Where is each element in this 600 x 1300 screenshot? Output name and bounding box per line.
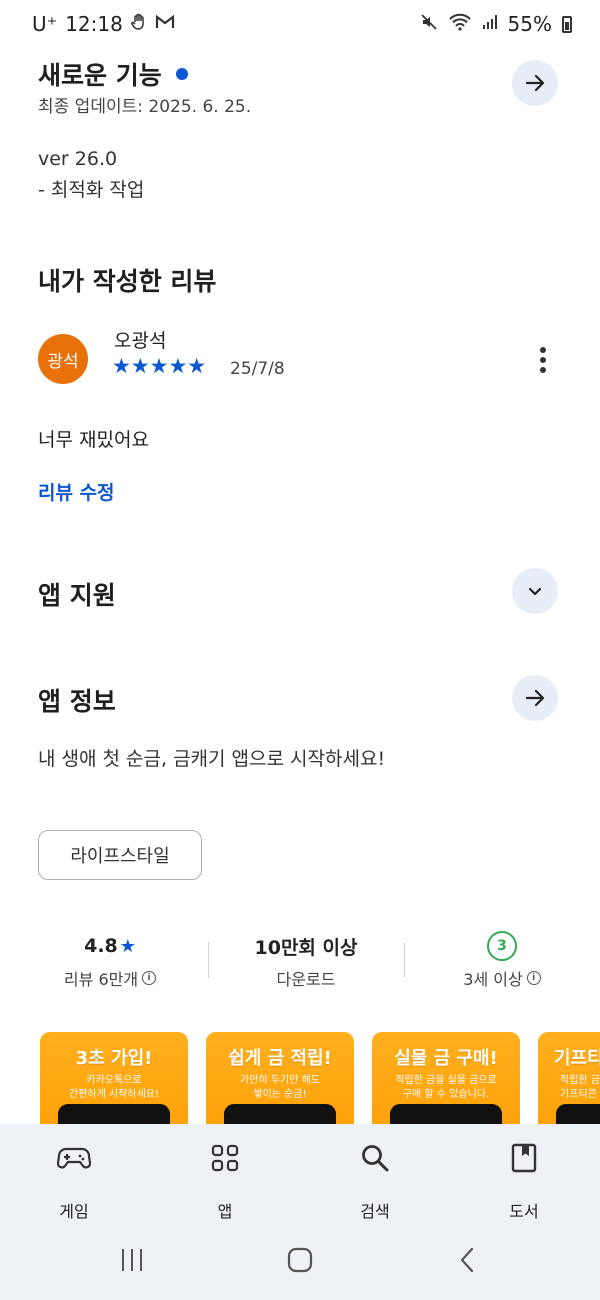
version-text: ver 26.0 (38, 148, 118, 170)
screenshot-card[interactable]: 쉽게 금 적립! 가만히 두기만 해도 쌓이는 순금! (206, 1032, 354, 1124)
phone-mockup (224, 1104, 336, 1124)
recent-apps-icon[interactable] (102, 1240, 162, 1280)
app-support-expand-button[interactable] (512, 568, 558, 614)
search-icon (315, 1138, 435, 1178)
status-left: U⁺ 12:18 (32, 12, 175, 36)
nav-books[interactable]: 도서 (464, 1138, 584, 1222)
chevron-down-icon (528, 587, 542, 596)
nav-games[interactable]: 게임 (14, 1138, 134, 1222)
status-bar: U⁺ 12:18 55% (0, 0, 600, 48)
nav-label: 검색 (360, 1202, 390, 1221)
battery-percent: 55% (507, 12, 552, 36)
more-options-icon[interactable] (528, 344, 558, 376)
nav-label: 게임 (59, 1202, 89, 1221)
screenshot-subtext: 가만히 두기만 해도 쌓이는 순금! (240, 1075, 320, 1100)
screenshot-carousel[interactable]: 3초 가입! 카카오톡으로 간편하게 시작하세요! 쉽게 금 적립! 가만히 두… (40, 1032, 600, 1124)
carrier-label: U⁺ (32, 12, 58, 36)
gamepad-icon (14, 1138, 134, 1178)
category-chip[interactable]: 라이프스타일 (38, 830, 202, 880)
last-updated: 최종 업데이트: 2025. 6. 25. (38, 97, 252, 117)
arrow-right-icon (525, 74, 545, 92)
edit-review-link[interactable]: 리뷰 수정 (38, 478, 115, 505)
screenshot-card[interactable]: 3초 가입! 카카오톡으로 간편하게 시작하세요! (40, 1032, 188, 1124)
release-note: - 최적화 작업 (38, 179, 145, 201)
app-description: 내 생애 첫 순금, 금캐기 앱으로 시작하세요! (38, 748, 386, 770)
age-rating-stat[interactable]: 3 3세 이상 i (402, 928, 600, 990)
rating-value: 4.8 (84, 935, 118, 957)
screenshot-subtext: 적립한 금 기프티콘 (560, 1075, 600, 1100)
screenshot-card[interactable]: 기프티 적립한 금 기프티콘 (538, 1032, 600, 1124)
reviewer-name: 오광석 (114, 330, 167, 352)
rating-count: 리뷰 6만개 (63, 970, 139, 989)
avatar: 광석 (38, 334, 88, 384)
phone-mockup (556, 1104, 600, 1124)
phone-mockup (390, 1104, 502, 1124)
rating-stat[interactable]: 4.8 ★ 리뷰 6만개 i (10, 928, 210, 990)
review-text: 너무 재밌어요 (38, 429, 149, 451)
signal-icon (482, 14, 498, 34)
whats-new-arrow-button[interactable] (512, 60, 558, 106)
new-indicator-dot (175, 68, 188, 80)
star-rating: ★★★★★ (112, 354, 207, 378)
battery-icon (562, 15, 572, 33)
phone-mockup (58, 1104, 170, 1124)
my-review-title: 내가 작성한 리뷰 (38, 267, 217, 296)
screenshot-heading: 3초 가입! (75, 1048, 153, 1069)
gmail-icon (155, 14, 175, 34)
system-navigation-bar (0, 1240, 600, 1280)
screenshot-subtext: 적립한 금을 실물 금으로 구매 할 수 있습니다. (395, 1075, 497, 1100)
screenshot-heading: 쉽게 금 적립! (228, 1048, 332, 1069)
star-icon: ★ (119, 935, 136, 957)
app-support-title[interactable]: 앱 지원 (38, 576, 116, 612)
nav-label: 도서 (509, 1202, 539, 1221)
age-rating-label: 3세 이상 (463, 970, 523, 989)
hand-icon (130, 13, 147, 35)
apps-grid-icon (165, 1138, 285, 1178)
age-rating-badge: 3 (487, 931, 517, 961)
app-stats: 4.8 ★ 리뷰 6만개 i 10만회 이상 다운로드 3 3세 이상 i (0, 928, 600, 998)
screenshot-subtext: 카카오톡으로 간편하게 시작하세요! (69, 1075, 159, 1100)
app-info-title[interactable]: 앱 정보 (38, 682, 116, 718)
app-info-arrow-button[interactable] (512, 675, 558, 721)
nav-label: 앱 (217, 1202, 233, 1221)
review-date: 25/7/8 (230, 359, 285, 379)
status-right: 55% (420, 12, 572, 36)
downloads-stat: 10만회 이상 다운로드 (206, 928, 406, 990)
whats-new-header[interactable]: 새로운 기능 (38, 56, 188, 92)
clock: 12:18 (65, 12, 123, 36)
info-icon: i (142, 971, 157, 985)
nav-apps[interactable]: 앱 (165, 1138, 285, 1222)
wifi-icon (448, 13, 472, 35)
screenshot-heading: 실물 금 구매! (394, 1048, 498, 1069)
info-icon: i (526, 971, 541, 985)
downloads-label: 다운로드 (276, 970, 336, 989)
back-icon[interactable] (438, 1240, 498, 1280)
whats-new-notes: ver 26.0 - 최적화 작업 (38, 144, 144, 206)
whats-new-title: 새로운 기능 (38, 61, 162, 90)
mute-icon (420, 13, 438, 35)
book-icon (464, 1138, 584, 1178)
downloads-value: 10만회 이상 (254, 936, 358, 959)
screenshot-heading: 기프티 (554, 1048, 600, 1069)
screenshot-card[interactable]: 실물 금 구매! 적립한 금을 실물 금으로 구매 할 수 있습니다. (372, 1032, 520, 1124)
home-icon[interactable] (270, 1240, 330, 1280)
nav-search[interactable]: 검색 (315, 1138, 435, 1222)
arrow-right-icon (525, 689, 545, 707)
